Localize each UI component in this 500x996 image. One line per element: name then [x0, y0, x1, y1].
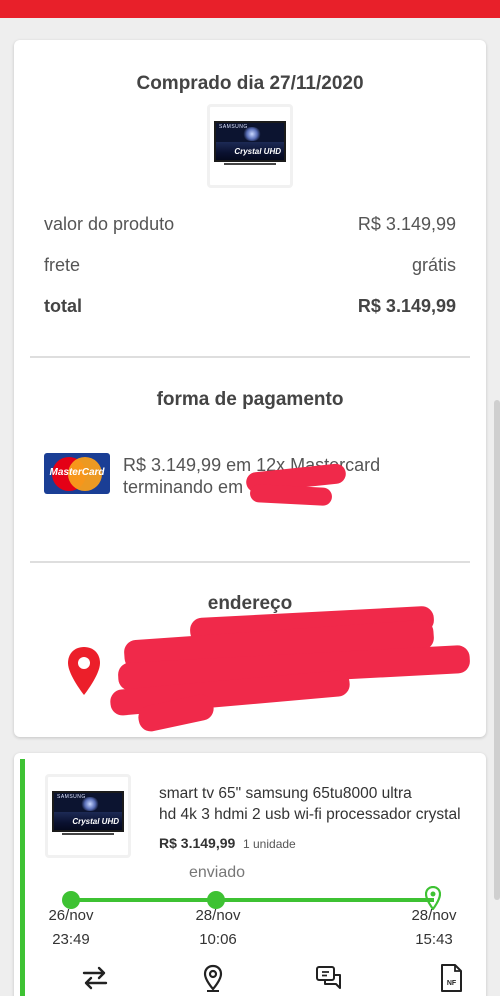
step-time: 10:06 [199, 931, 237, 948]
location-pin-icon[interactable] [198, 963, 228, 993]
divider [30, 561, 470, 563]
order-summary-card: Comprado dia 27/11/2020 SAMSUNG Crystal … [14, 40, 486, 737]
shipping-value: grátis [411, 255, 456, 275]
step-date: 26/nov [48, 907, 94, 924]
product-name[interactable]: smart tv 65" samsung 65tu8000 ultra hd 4… [159, 783, 464, 825]
total-label: total [44, 296, 82, 316]
status-accent-bar [20, 759, 25, 996]
location-pin-icon [68, 647, 100, 695]
product-value-label: valor do produto [44, 214, 175, 234]
item-quantity: 1 unidade [243, 837, 296, 851]
tracking-step: 26/nov 23:49 [41, 904, 101, 952]
step-time: 23:49 [52, 931, 90, 948]
product-value-amount: R$ 3.149,99 [357, 214, 456, 234]
product-thumbnail[interactable]: SAMSUNG Crystal UHD [207, 104, 293, 188]
step-date: 28/nov [411, 907, 457, 924]
product-value-row: valor do produto R$ 3.149,99 [44, 214, 456, 235]
item-price: R$ 3.149,99 [159, 835, 236, 851]
invoice-nf-icon[interactable]: NF [436, 963, 466, 993]
tracking-progress-line [71, 898, 434, 902]
step-date: 28/nov [195, 907, 241, 924]
product-name-line-1: smart tv 65" samsung 65tu8000 ultra [159, 785, 412, 802]
exchange-icon[interactable] [80, 963, 110, 993]
item-tracking-card[interactable]: SAMSUNG Crystal UHD smart tv 65" samsung… [14, 753, 486, 996]
shipping-label: frete [44, 255, 81, 275]
product-name-line-2: hd 4k 3 hdmi 2 usb wi-fi processador cry… [159, 806, 461, 823]
shipping-status-label: enviado [189, 864, 246, 881]
tv-image: SAMSUNG Crystal UHD [52, 791, 124, 832]
item-thumbnail[interactable]: SAMSUNG Crystal UHD [45, 774, 131, 858]
divider [30, 356, 470, 358]
chat-icon[interactable] [314, 963, 344, 993]
step-time: 15:43 [415, 931, 453, 948]
shipping-row: frete grátis [44, 255, 456, 276]
payment-method-title: forma de pagamento [156, 389, 344, 410]
tv-image: SAMSUNG Crystal UHD [214, 121, 286, 162]
top-app-bar [0, 0, 500, 18]
total-value: R$ 3.149,99 [357, 296, 456, 316]
redaction-mark [249, 483, 333, 507]
scrollbar[interactable] [494, 400, 500, 900]
total-row: total R$ 3.149,99 [44, 296, 456, 317]
tracking-step: 28/nov 15:43 [404, 904, 464, 952]
purchase-date-title: Comprado dia 27/11/2020 [136, 73, 364, 94]
mastercard-logo-icon: MasterCard [44, 453, 110, 494]
svg-text:NF: NF [447, 980, 457, 987]
tracking-step: 28/nov 10:06 [188, 904, 248, 952]
